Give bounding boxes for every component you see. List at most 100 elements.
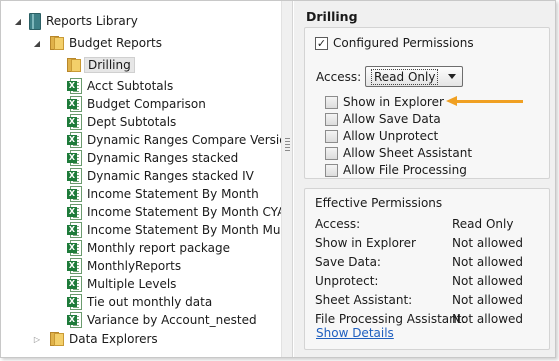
tree-node-report[interactable]: X Monthly report package (67, 238, 230, 258)
excel-report-icon: X (67, 78, 82, 94)
tree-node-label: Dynamic Ranges stacked (87, 151, 239, 165)
permission-label: Allow Save Data (343, 112, 441, 126)
checkbox-icon[interactable] (325, 95, 338, 109)
tree-node-label: Income Statement By Month CYA (87, 205, 281, 219)
effective-permission-label: Sheet Assistant: (315, 293, 413, 307)
effective-permission-value: Not allowed (452, 293, 524, 307)
effective-permission-value: Not allowed (452, 274, 524, 288)
tree-node-label: Dept Subtotals (87, 115, 177, 129)
tree-node-report[interactable]: X Tie out monthly data (67, 292, 212, 312)
tree-node-report[interactable]: X Dynamic Ranges Compare Versions (67, 130, 281, 150)
tree-node-label: Variance by Account_nested (87, 313, 257, 327)
excel-report-icon: X (67, 222, 82, 238)
annotation-arrow-line (453, 100, 523, 103)
tree-node-drilling[interactable]: Drilling (67, 55, 135, 75)
effective-permission-label: File Processing Assistant: (315, 312, 466, 326)
folder-icon (67, 58, 81, 72)
tree-node-label: MonthlyReports (87, 259, 182, 273)
show-details-link[interactable]: Show Details (316, 326, 394, 340)
permission-label: Allow Unprotect (343, 129, 439, 143)
checkbox-icon[interactable] (325, 129, 338, 143)
access-dropdown[interactable]: Read Only (365, 66, 463, 87)
tree-node-label: Monthly report package (87, 241, 230, 255)
permission-checkbox[interactable]: Allow Sheet Assistant (325, 146, 472, 160)
collapse-arrow-icon[interactable]: ◢ (32, 38, 42, 48)
permission-checkbox[interactable]: Allow Unprotect (325, 129, 438, 143)
collapse-arrow-icon[interactable]: ◢ (13, 16, 23, 26)
tree-node-report[interactable]: X Income Statement By Month Multip (67, 220, 281, 240)
tree-node-label: Budget Comparison (87, 97, 206, 111)
tree-node-reports-library[interactable]: ◢ Reports Library (13, 11, 138, 31)
details-title: Drilling (306, 9, 358, 24)
tree-node-report[interactable]: X Dynamic Ranges stacked IV (67, 166, 254, 186)
excel-report-icon: X (67, 132, 82, 148)
effective-permission-label: Save Data: (315, 255, 381, 269)
effective-permission-label: Access: (315, 217, 361, 231)
excel-report-icon: X (67, 114, 82, 130)
annotation-arrow-icon (446, 96, 457, 106)
folder-icon (50, 332, 64, 346)
tree-node-label: Tie out monthly data (87, 295, 213, 309)
checkbox-icon[interactable] (325, 112, 338, 126)
tree-node-report[interactable]: X Multiple Levels (67, 274, 176, 294)
effective-permission-value: Read Only (452, 217, 514, 231)
tree-node-label: Income Statement By Month Multip (87, 223, 281, 237)
excel-report-icon: X (67, 168, 82, 184)
access-label: Access: (316, 70, 362, 84)
tree-node-report[interactable]: X Dynamic Ranges stacked (67, 148, 238, 168)
excel-report-icon: X (67, 294, 82, 310)
tree-node-label: Multiple Levels (87, 277, 177, 291)
tree-node-label: Acct Subtotals (87, 79, 174, 93)
tree-node-report[interactable]: X Variance by Account_nested (67, 310, 257, 330)
effective-permissions-title: Effective Permissions (315, 196, 443, 210)
excel-report-icon: X (67, 204, 82, 220)
tree-node-report[interactable]: X Acct Subtotals (67, 76, 173, 96)
details-pane: Drilling Configured Permissions Access: … (294, 1, 555, 357)
tree-node-label: Budget Reports (69, 36, 163, 50)
tree-node-budget-reports[interactable]: ◢ Budget Reports (32, 33, 162, 53)
expand-arrow-icon[interactable]: ▷ (32, 334, 42, 344)
tree-node-label: Drilling (84, 57, 135, 73)
permission-label: Allow Sheet Assistant (343, 146, 473, 160)
tree-node-label: Reports Library (46, 14, 138, 28)
excel-report-icon: X (67, 276, 82, 292)
permission-checkbox[interactable]: Allow File Processing (325, 163, 467, 177)
tree-node-report[interactable]: X Income Statement By Month CYA (67, 202, 281, 222)
splitter-grip-icon[interactable] (285, 138, 290, 154)
effective-permission-value: Not allowed (452, 312, 524, 326)
tree-node-report[interactable]: X MonthlyReports (67, 256, 181, 276)
tree-node-label: Dynamic Ranges Compare Versions (87, 133, 281, 147)
tree-node-label: Data Explorers (69, 332, 158, 346)
tree-node-data-explorers[interactable]: ▷ Data Explorers (32, 329, 158, 349)
permission-checkbox[interactable]: Show in Explorer (325, 95, 444, 109)
effective-permission-label: Unprotect: (315, 274, 379, 288)
excel-report-icon: X (67, 240, 82, 256)
effective-permission-value: Not allowed (452, 255, 524, 269)
permission-checkbox[interactable]: Allow Save Data (325, 112, 441, 126)
permission-label: Allow File Processing (343, 163, 467, 177)
configured-permissions-checkbox[interactable]: Configured Permissions (315, 36, 474, 50)
checkbox-icon[interactable] (325, 146, 338, 160)
reports-library-window: ◢ Reports Library ◢ Budget Reports Drill… (0, 0, 556, 358)
configured-permissions-label: Configured Permissions (333, 36, 474, 50)
effective-permission-value: Not allowed (452, 236, 524, 250)
checkbox-checked-icon[interactable] (315, 36, 328, 50)
configured-permissions-group: Configured Permissions Access: Read Only… (304, 27, 550, 179)
tree-node-report[interactable]: X Budget Comparison (67, 94, 206, 114)
excel-report-icon: X (67, 186, 82, 202)
checkbox-icon[interactable] (325, 163, 338, 177)
excel-report-icon: X (67, 150, 82, 166)
permission-label: Show in Explorer (343, 95, 444, 109)
tree-node-label: Income Statement By Month (87, 187, 259, 201)
access-dropdown-value: Read Only (371, 68, 439, 85)
excel-report-icon: X (67, 96, 82, 112)
tree-node-label: Dynamic Ranges stacked IV (87, 169, 254, 183)
excel-report-icon: X (67, 258, 82, 274)
excel-report-icon: X (67, 312, 82, 328)
tree-node-report[interactable]: X Income Statement By Month (67, 184, 259, 204)
pane-splitter[interactable] (281, 1, 293, 357)
folder-icon (50, 36, 64, 50)
tree-node-report[interactable]: X Dept Subtotals (67, 112, 176, 132)
effective-permission-label: Show in Explorer (315, 236, 416, 250)
reports-tree[interactable]: ◢ Reports Library ◢ Budget Reports Drill… (1, 1, 281, 357)
